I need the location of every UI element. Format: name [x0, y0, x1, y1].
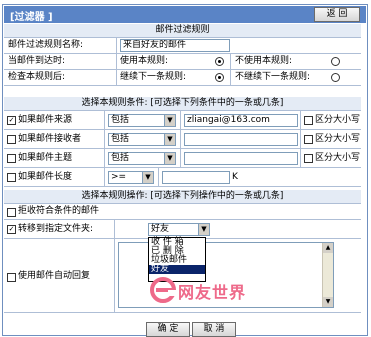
folder-option-selected[interactable]: 好友	[149, 265, 205, 274]
case-sensitive-checkbox[interactable]	[304, 116, 313, 125]
length-value-input[interactable]	[162, 171, 230, 184]
condition-op-select[interactable]: 包括 ▼	[108, 133, 176, 146]
scroll-down-icon[interactable]: ▼	[323, 297, 333, 307]
scrollbar[interactable]: ▲ ▼	[322, 243, 333, 307]
continue-rule-label: 继续下一条规则:	[120, 72, 187, 82]
condition-checkbox[interactable]	[7, 154, 16, 163]
chevron-down-icon: ▼	[198, 224, 209, 235]
condition-checkbox[interactable]: ✓	[7, 116, 16, 125]
condition-checkbox[interactable]	[7, 135, 16, 144]
section-conditions-header: 选择本规则条件: [可选择下列条件中的一条或几条]	[4, 97, 361, 111]
title-bar: [过滤器 ]	[4, 6, 366, 23]
use-rule-label: 使用本规则:	[120, 56, 169, 66]
section-rule-header: 邮件过滤规则	[4, 24, 361, 38]
section-actions-header: 选择本规则操作: [可选择下列操作中的一条或几条]	[4, 190, 361, 204]
after-check-row: 检查本规则后: 继续下一条规则: 不继续下一条规则:	[4, 70, 361, 86]
ok-button[interactable]: 确 定	[146, 322, 190, 337]
cancel-button[interactable]: 取 消	[192, 322, 236, 337]
auto-reply-checkbox[interactable]	[7, 273, 16, 282]
watermark: 网友世界	[150, 276, 254, 306]
length-op-select[interactable]: >= ▼	[108, 171, 154, 184]
chevron-down-icon: ▼	[164, 115, 175, 126]
condition-value-input[interactable]	[184, 152, 298, 165]
auto-reply-label: 使用邮件自动回复	[18, 271, 91, 281]
stop-rule-label: 不继续下一条规则:	[235, 72, 311, 82]
watermark-text: 网友世界	[178, 283, 247, 302]
back-button[interactable]: 返 回	[314, 7, 360, 22]
condition-label: 如果邮件接收者	[18, 134, 82, 144]
case-sensitive-label: 区分大小写	[315, 134, 361, 144]
rule-name-row: 邮件过滤规则名称: 来自好友的邮件	[4, 38, 361, 54]
condition-row: 如果邮件长度 >= ▼ K	[4, 168, 361, 187]
action-reject-row: 拒收符合条件的邮件	[4, 204, 361, 220]
condition-value-input[interactable]	[184, 133, 298, 146]
condition-row: 如果邮件主题 包括 ▼ 区分大小写	[4, 149, 361, 168]
use-rule-radio[interactable]	[215, 57, 224, 66]
case-sensitive-label: 区分大小写	[315, 115, 361, 125]
chevron-down-icon: ▼	[164, 153, 175, 164]
condition-row: ✓ 如果邮件来源 包括 ▼ zliangai@163.com 区分大小写	[4, 111, 361, 130]
continue-rule-radio[interactable]	[215, 73, 224, 82]
watermark-logo-icon	[150, 277, 176, 303]
move-checkbox[interactable]: ✓	[7, 225, 16, 234]
scroll-up-icon[interactable]: ▲	[323, 243, 333, 253]
condition-label: 如果邮件长度	[18, 172, 73, 182]
move-label: 转移到指定文件夹:	[18, 224, 94, 234]
on-arrival-label: 当邮件到达时:	[8, 56, 66, 66]
no-use-rule-label: 不使用本规则:	[235, 56, 293, 66]
folder-select[interactable]: 好友 ▼	[148, 223, 210, 236]
condition-value-input[interactable]: zliangai@163.com	[184, 114, 298, 127]
condition-checkbox[interactable]	[7, 173, 16, 182]
condition-op-select[interactable]: 包括 ▼	[108, 152, 176, 165]
panel-title: [过滤器 ]	[10, 12, 53, 23]
reject-checkbox[interactable]	[7, 208, 16, 217]
after-check-label: 检查本规则后:	[8, 72, 66, 82]
on-arrival-row: 当邮件到达时: 使用本规则: 不使用本规则:	[4, 54, 361, 70]
case-sensitive-checkbox[interactable]	[304, 154, 313, 163]
chevron-down-icon: ▼	[164, 134, 175, 145]
stop-rule-radio[interactable]	[331, 73, 340, 82]
condition-label: 如果邮件主题	[18, 153, 73, 163]
case-sensitive-checkbox[interactable]	[304, 135, 313, 144]
condition-label: 如果邮件来源	[18, 115, 73, 125]
case-sensitive-label: 区分大小写	[315, 153, 361, 163]
condition-op-select[interactable]: 包括 ▼	[108, 114, 176, 127]
length-unit: K	[232, 172, 238, 182]
no-use-rule-radio[interactable]	[331, 57, 340, 66]
rule-name-input[interactable]: 来自好友的邮件	[120, 39, 230, 52]
rule-name-label: 邮件过滤规则名称:	[8, 40, 84, 50]
reject-label: 拒收符合条件的邮件	[18, 206, 100, 216]
chevron-down-icon: ▼	[142, 172, 153, 183]
condition-row: 如果邮件接收者 包括 ▼ 区分大小写	[4, 130, 361, 149]
